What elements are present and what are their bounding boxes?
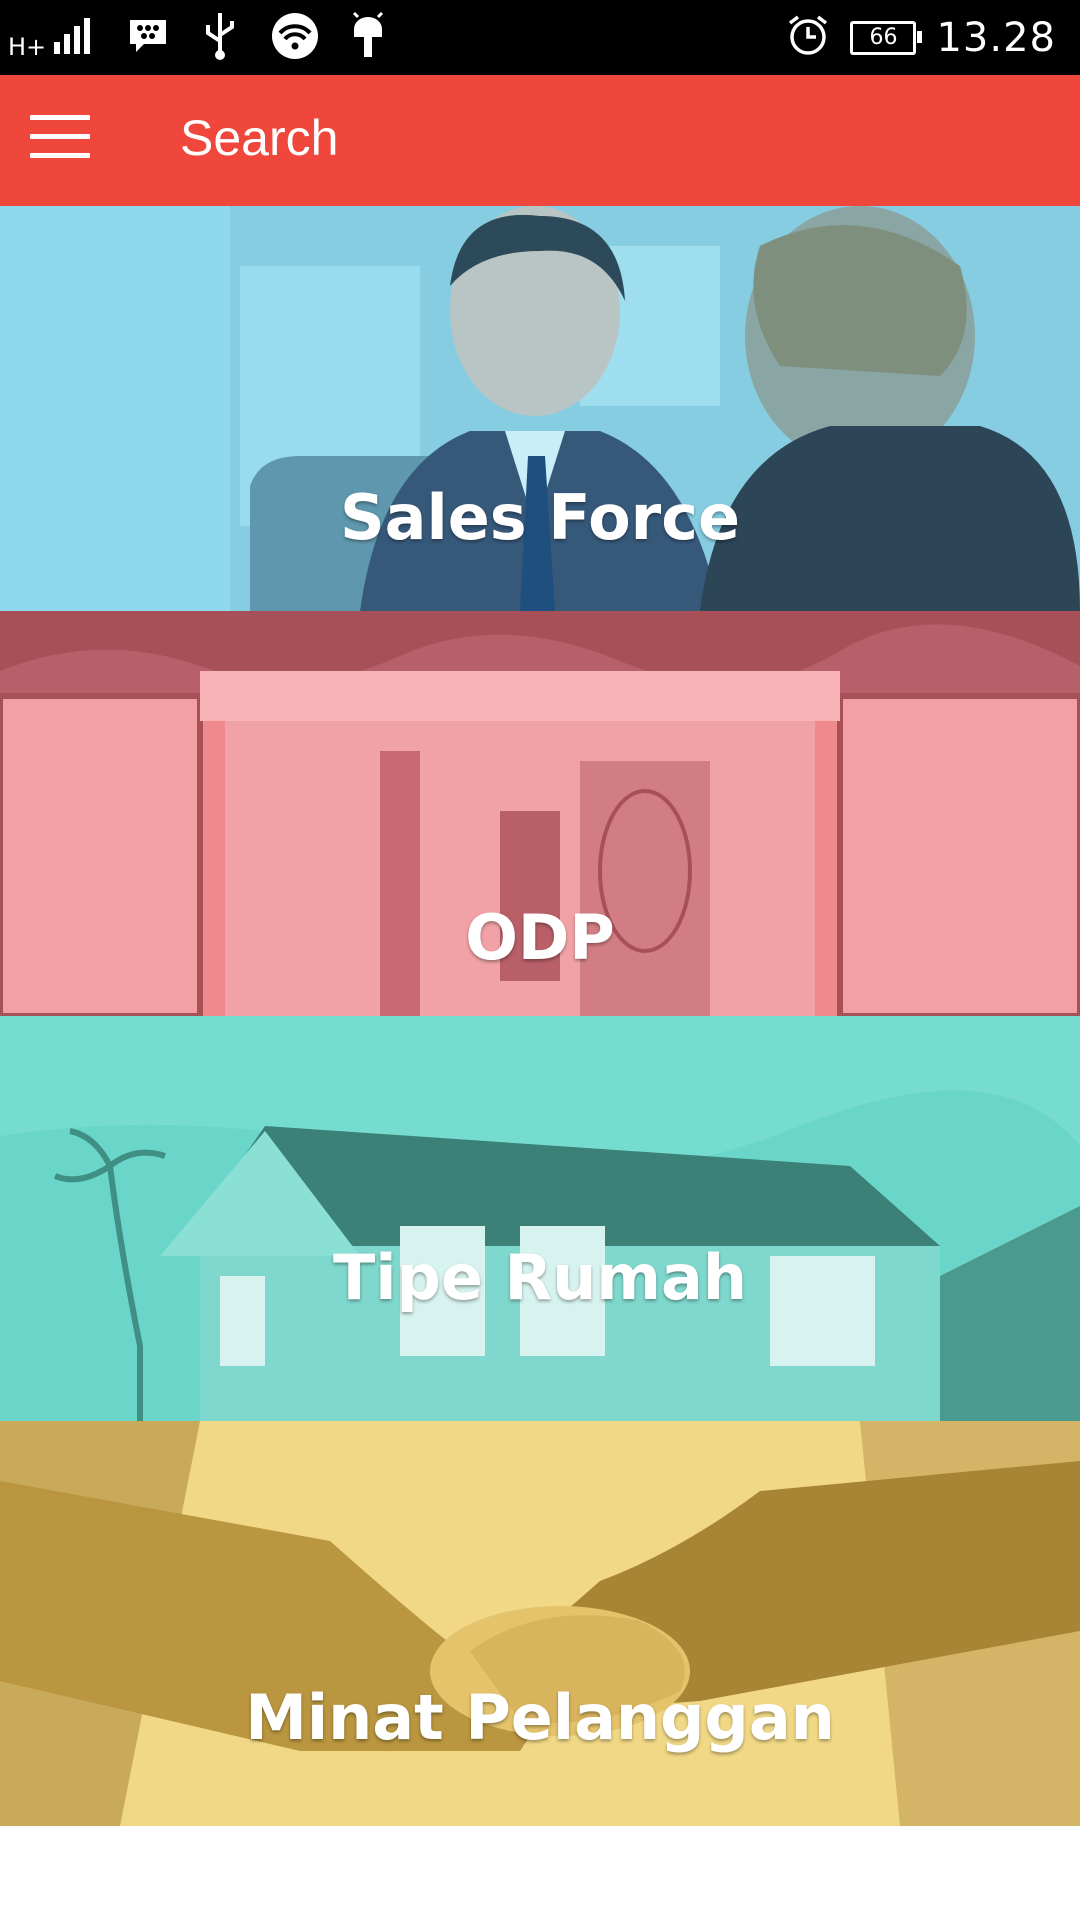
wifi-icon	[270, 11, 320, 66]
app-bar: Search	[0, 75, 1080, 206]
menu-tile-label: Minat Pelanggan	[245, 1681, 835, 1754]
menu-tile-label: Tipe Rumah	[332, 1241, 748, 1314]
menu-tile-tipe-rumah[interactable]: Tipe Rumah	[0, 1016, 1080, 1421]
menu-tile-sales-force[interactable]: Sales Force	[0, 206, 1080, 611]
app-title: Search	[180, 110, 339, 166]
network-type-label: H+	[8, 32, 47, 61]
alarm-icon	[786, 13, 830, 62]
status-bar: H+ 66 13.28	[0, 0, 1080, 75]
minat-pelanggan-image	[0, 1421, 1080, 1826]
clock: 13.28	[936, 14, 1056, 61]
network-signal: H+	[8, 16, 96, 61]
android-icon	[350, 11, 386, 66]
menu-tile-label: Sales Force	[339, 481, 741, 554]
battery-level: 66	[869, 25, 898, 50]
bbm-icon	[126, 16, 170, 61]
usb-icon	[200, 11, 240, 66]
hamburger-menu-icon[interactable]	[30, 115, 90, 165]
battery-icon: 66	[850, 20, 923, 55]
menu-tile-minat-pelanggan[interactable]: Minat Pelanggan	[0, 1421, 1080, 1826]
signal-icon	[52, 16, 96, 61]
menu-tile-label: ODP	[465, 901, 615, 974]
menu-tile-odp[interactable]: ODP	[0, 611, 1080, 1016]
tipe-rumah-image	[0, 1016, 1080, 1421]
